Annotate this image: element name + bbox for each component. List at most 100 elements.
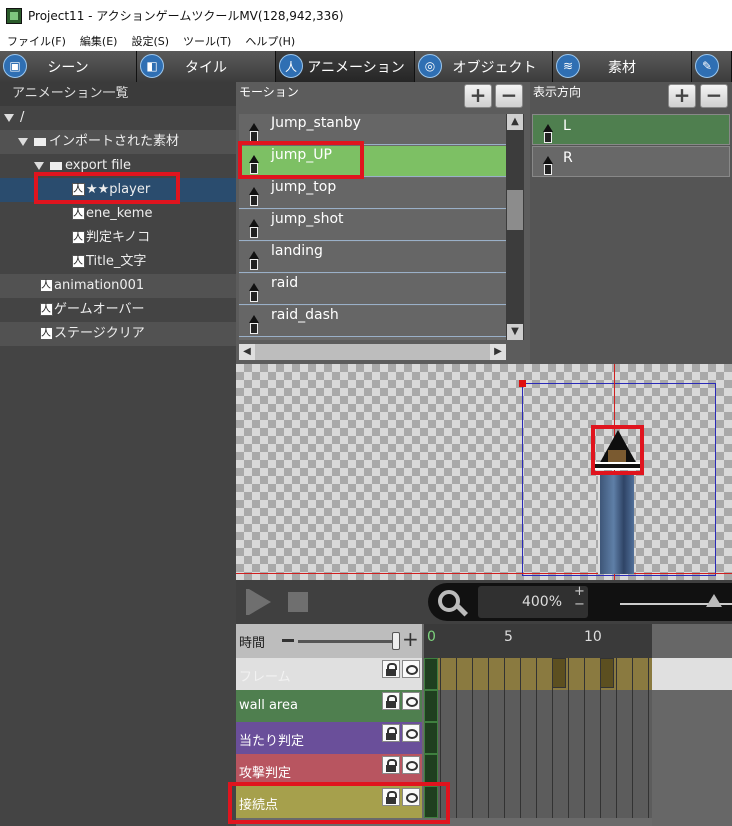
animation-file-icon: [40, 298, 53, 322]
frame-row-kougeki-hantei[interactable]: [424, 754, 652, 786]
menu-tools[interactable]: ツール(T): [176, 33, 238, 49]
tree-item-gameover[interactable]: ゲームオーバー: [0, 298, 236, 322]
annotation-highlight-player: [34, 172, 180, 204]
lock-icon[interactable]: [382, 692, 400, 710]
character-sprite-icon: [247, 315, 261, 335]
lock-icon[interactable]: [382, 724, 400, 742]
animation-file-icon: [72, 202, 85, 226]
motion-item-raid-dash[interactable]: raid_dash: [239, 306, 506, 337]
motion-vertical-scrollbar[interactable]: ▲ ▼: [506, 114, 524, 340]
menu-help[interactable]: ヘルプ(H): [238, 33, 302, 49]
current-frame-cell[interactable]: [424, 658, 438, 690]
tab-object-label: オブジェクト: [452, 59, 537, 76]
tree-item-imported[interactable]: インポートされた素材: [0, 130, 236, 154]
tab-material[interactable]: ≋ 素材: [553, 51, 692, 82]
menu-edit[interactable]: 編集(E): [73, 33, 125, 49]
remove-direction-button[interactable]: −: [700, 84, 728, 108]
expand-triangle-icon[interactable]: [4, 113, 14, 122]
character-sprite-icon: [541, 156, 555, 176]
tab-animation[interactable]: 人 アニメーション: [276, 51, 415, 82]
eye-icon[interactable]: [402, 756, 420, 774]
lock-icon[interactable]: [382, 660, 400, 678]
scroll-left-arrow-icon[interactable]: ◀: [239, 344, 255, 360]
zoom-slider-thumb[interactable]: [706, 594, 722, 607]
scrollbar-thumb[interactable]: [507, 190, 523, 230]
object-icon: ◎: [418, 54, 442, 78]
character-sprite-icon: [247, 187, 261, 207]
animation-file-icon: [40, 274, 53, 298]
tree-item-stage-clear[interactable]: ステージクリア: [0, 322, 236, 346]
layer-wall-area[interactable]: wall area: [236, 690, 422, 722]
character-sprite-icon: [247, 283, 261, 303]
tab-material-label: 素材: [608, 59, 636, 76]
scroll-right-arrow-icon[interactable]: ▶: [490, 344, 506, 360]
scroll-down-arrow-icon[interactable]: ▼: [507, 324, 523, 340]
motion-panel: モーション + − Jump_stanby jump_UP jump_top j…: [236, 82, 530, 364]
tree-item-animation001[interactable]: animation001: [0, 274, 236, 298]
tab-object[interactable]: ◎ オブジェクト: [415, 51, 553, 82]
zoom-magnifier-icon[interactable]: [438, 590, 460, 612]
tree-item-title-moji[interactable]: Title_文字: [0, 250, 236, 274]
tree-header: アニメーション一覧: [0, 82, 236, 106]
animation-preview-canvas[interactable]: [236, 364, 732, 580]
zoom-level-field[interactable]: 400%: [478, 586, 588, 618]
play-icon[interactable]: [249, 589, 271, 615]
animation-file-icon: [40, 322, 53, 346]
frame-row-wall-area[interactable]: [424, 690, 652, 722]
remove-motion-button[interactable]: −: [495, 84, 523, 108]
motion-item-jump-shot[interactable]: jump_shot: [239, 210, 506, 241]
time-zoom-in-icon[interactable]: +: [402, 627, 419, 651]
keyframe-cell[interactable]: [552, 658, 566, 688]
direction-item-l[interactable]: L: [532, 114, 730, 145]
motion-item-raid[interactable]: raid: [239, 274, 506, 305]
window-title: Project11 - アクションゲームツクールMV(128,942,336): [28, 9, 344, 23]
expand-triangle-icon[interactable]: [18, 137, 28, 146]
motion-item-jump-top[interactable]: jump_top: [239, 178, 506, 209]
tab-tile[interactable]: ◧ タイル: [137, 51, 276, 82]
main-toolbar: ▣ シーン ◧ タイル 人 アニメーション ◎ オブジェクト ≋ 素材 ✎: [0, 51, 732, 82]
frame-row-keys[interactable]: [424, 658, 652, 690]
motion-item-landing[interactable]: landing: [239, 242, 506, 273]
material-icon: ≋: [556, 54, 580, 78]
frame-row-atari-hantei[interactable]: [424, 722, 652, 754]
tree-item-hantei-kinoko[interactable]: 判定キノコ: [0, 226, 236, 250]
tree-item-root[interactable]: /: [0, 106, 236, 130]
lock-icon[interactable]: [382, 756, 400, 774]
keyframe-cell[interactable]: [600, 658, 614, 688]
scroll-up-arrow-icon[interactable]: ▲: [507, 114, 523, 130]
stop-icon[interactable]: [288, 592, 308, 612]
layer-frame[interactable]: フレーム: [236, 658, 422, 690]
menu-bar: ファイル(F) 編集(E) 設定(S) ツール(T) ヘルプ(H): [0, 31, 732, 51]
tab-scene[interactable]: ▣ シーン: [0, 51, 137, 82]
eye-icon[interactable]: [402, 692, 420, 710]
tree-item-ene-keme[interactable]: ene_keme: [0, 202, 236, 226]
menu-file[interactable]: ファイル(F): [0, 33, 73, 49]
tab-tile-label: タイル: [185, 59, 227, 76]
eye-icon[interactable]: [402, 660, 420, 678]
animation-icon: 人: [279, 54, 303, 78]
expand-triangle-icon[interactable]: [34, 161, 44, 170]
time-zoom-out-icon[interactable]: [282, 639, 294, 642]
scene-icon: ▣: [3, 54, 27, 78]
tool-button[interactable]: ✎: [692, 51, 732, 82]
time-scale-slider[interactable]: [298, 640, 398, 643]
current-frame-cell[interactable]: [424, 690, 438, 722]
eye-icon[interactable]: [402, 724, 420, 742]
add-direction-button[interactable]: +: [668, 84, 696, 108]
playback-bar: 400% + −: [236, 580, 732, 624]
annotation-highlight-setsuzokuten: [228, 782, 450, 824]
layer-atari-hantei[interactable]: 当たり判定: [236, 722, 422, 754]
time-scale-slider-thumb[interactable]: [392, 632, 400, 650]
character-sprite-icon: [247, 251, 261, 271]
direction-item-r[interactable]: R: [532, 146, 730, 177]
current-frame-cell[interactable]: [424, 722, 438, 754]
frame-row-setsuzokuten[interactable]: [424, 786, 652, 818]
direction-panel-title: 表示方向: [533, 85, 582, 99]
bounding-box-handle[interactable]: [519, 380, 526, 387]
menu-settings[interactable]: 設定(S): [124, 33, 176, 49]
zoom-stepper[interactable]: + −: [574, 585, 585, 611]
motion-horizontal-scrollbar[interactable]: ◀ ▶: [239, 344, 506, 360]
add-motion-button[interactable]: +: [464, 84, 492, 108]
folder-icon: [50, 161, 62, 170]
frame-ruler[interactable]: 0 5 10: [424, 624, 652, 658]
